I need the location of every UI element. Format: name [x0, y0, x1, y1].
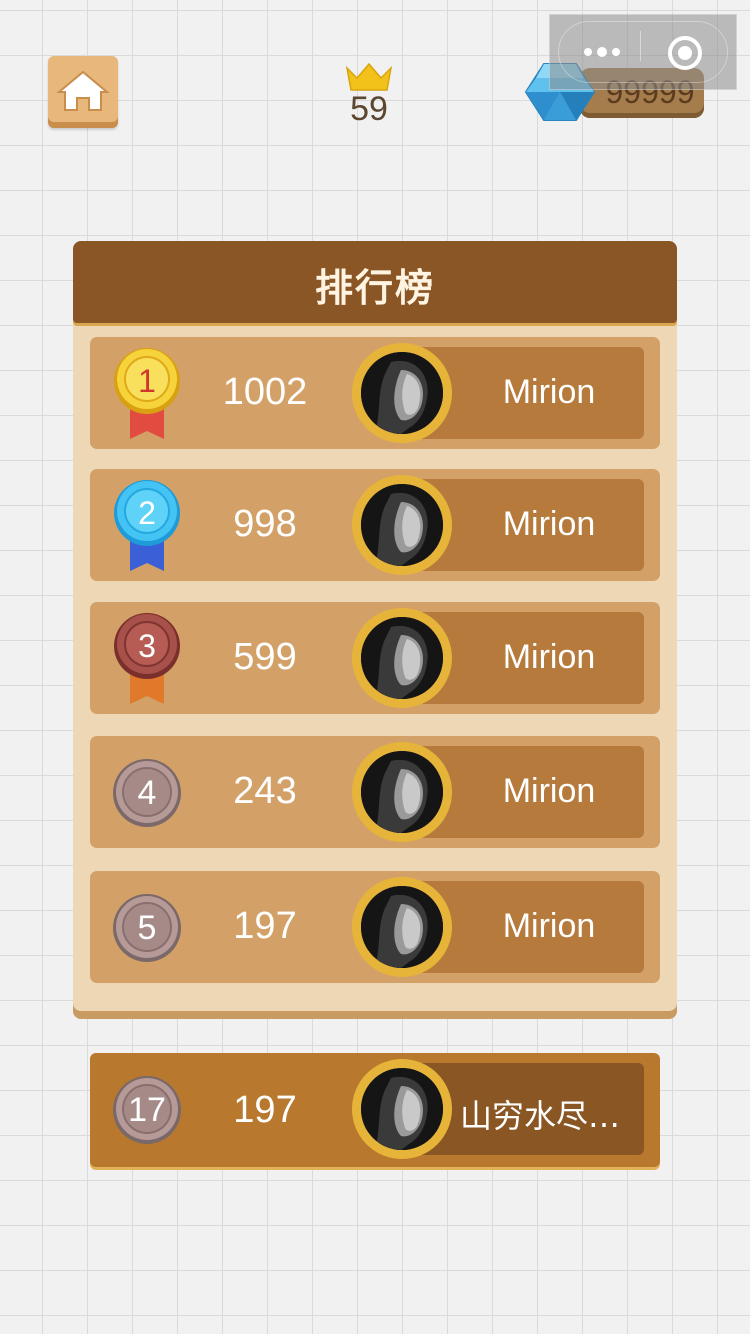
target-circle-icon[interactable] [667, 35, 703, 71]
blue-medal-icon: 2 [112, 479, 182, 575]
score: 243 [233, 770, 297, 812]
capsule-divider [640, 31, 641, 61]
avatar [352, 475, 452, 575]
player-name: 山穷水尽… [460, 1097, 621, 1135]
avatar-photo [361, 617, 443, 699]
avatar-photo [361, 484, 443, 566]
gold-medal-icon: 1 [112, 347, 182, 443]
rank-number: 17 [128, 1091, 166, 1129]
avatar-photo [361, 751, 443, 833]
rank-number: 2 [138, 495, 156, 531]
home-button[interactable] [48, 56, 118, 128]
avatar [352, 608, 452, 708]
more-dots-icon[interactable] [582, 46, 622, 58]
avatar [352, 343, 452, 443]
leaderboard-row: 5 197 Mirion [90, 871, 660, 983]
leaderboard-row: 3 599 Mirion [90, 602, 660, 714]
home-icon [56, 70, 110, 111]
player-name: Mirion [502, 505, 596, 543]
rank-coin-icon: 17 [112, 1075, 182, 1145]
player-name: Mirion [502, 772, 596, 810]
leaderboard-row: 2 998 Mirion [90, 469, 660, 581]
leaderboard-panel: 排行榜 1 1002 Mirion 2 998 Mirion 3 599 Mir… [73, 241, 677, 1011]
score: 197 [233, 1089, 297, 1131]
avatar-photo [361, 352, 443, 434]
score: 998 [233, 503, 297, 545]
miniprogram-capsule [549, 14, 737, 90]
my-rank-row: 17 197 山穷水尽… [90, 1053, 660, 1167]
crown-icon [345, 62, 393, 91]
avatar-photo [361, 1068, 443, 1150]
avatar [352, 1059, 452, 1159]
rank-coin-icon: 5 [112, 893, 182, 963]
rank-coin-icon: 4 [112, 758, 182, 828]
avatar [352, 877, 452, 977]
rank-number: 5 [137, 909, 157, 947]
player-name: Mirion [502, 638, 596, 676]
avatar-photo [361, 886, 443, 968]
rank-number: 3 [138, 628, 156, 664]
leaderboard-title: 排行榜 [314, 266, 435, 310]
leaderboard-header: 排行榜 [73, 241, 677, 323]
player-name: Mirion [502, 907, 596, 945]
score: 197 [233, 905, 297, 947]
score: 599 [233, 636, 297, 678]
rank-number: 1 [138, 363, 156, 399]
score: 1002 [222, 371, 308, 413]
rank-number: 4 [137, 774, 157, 812]
avatar [352, 742, 452, 842]
leaderboard-row: 4 243 Mirion [90, 736, 660, 848]
bronze-medal-icon: 3 [112, 612, 182, 708]
player-name: Mirion [502, 373, 596, 411]
level-counter: 59 [350, 90, 388, 128]
leaderboard-row: 1 1002 Mirion [90, 337, 660, 449]
